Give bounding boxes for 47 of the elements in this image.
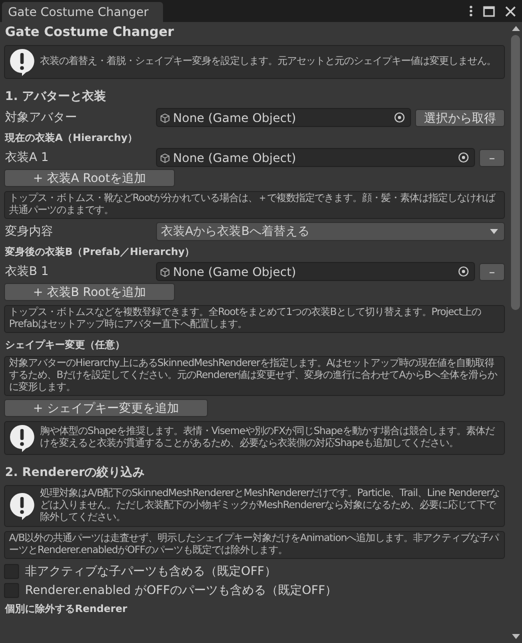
- field-button[interactable]: 選択から取得: [415, 108, 505, 126]
- cube-icon: [160, 112, 170, 122]
- dropdown[interactable]: 衣装Aから衣装Bへ着替える: [156, 222, 505, 241]
- warning-icon: [9, 424, 35, 452]
- cube-icon: [160, 266, 170, 276]
- checkbox-label: Renderer.enabled がOFFのパーツも含める（既定OFF）: [25, 582, 338, 598]
- cube-icon: [160, 152, 170, 162]
- inspector-title: Gate Costume Changer: [4, 24, 175, 42]
- section-heading: 1. アバターと衣装: [4, 88, 108, 105]
- picker-icon[interactable]: [458, 152, 469, 163]
- field-button[interactable]: –: [479, 262, 505, 280]
- maximize-icon[interactable]: [483, 6, 495, 16]
- add-button[interactable]: + 衣装A Rootを追加: [4, 169, 176, 187]
- subheading: シェイプキー変更（任意）: [4, 338, 126, 353]
- field-label: 対象アバター: [4, 109, 78, 126]
- dropdown-arrow-icon: [490, 229, 498, 234]
- object-field[interactable]: None (Game Object): [156, 108, 411, 127]
- checkbox-label: 非アクティブな子パーツも含める（既定OFF）: [25, 562, 276, 580]
- help-text: トップス・ボトムスなどを複数登録できます。全Rootをまとめて1つの衣装Bとして切り替えます。Project上のPrefabはセットアップ時にアバター直下へ配置します。: [9, 307, 482, 331]
- picker-icon[interactable]: [458, 266, 469, 277]
- add-button[interactable]: + シェイプキー変更を追加: [4, 399, 208, 417]
- warning-icon: [9, 48, 35, 76]
- subheading: 個別に除外するRenderer: [4, 602, 128, 617]
- help-text: A/B以外の共通パーツは走査せず、明示したシェイプキー対象だけをAnimationへ追加します。非アクティブな子パーツとRenderer.enabledがOFFのパーツも既定では除外します。: [9, 533, 500, 557]
- help-text: 胸や体型のShapeを推奨します。表情・Visemeや別のFXが同じShapeを動かす場合は競合します。素体だけを変えると衣装が貫通することがあるため、必要なら衣装側の対応Shapeも追加してください。: [40, 426, 496, 450]
- object-field[interactable]: None (Game Object): [156, 148, 475, 167]
- object-field[interactable]: None (Game Object): [156, 262, 475, 281]
- section-heading: 2. Rendererの絞り込み: [4, 464, 146, 481]
- scrollbar-thumb[interactable]: [511, 35, 520, 310]
- field-label: 変身内容: [4, 223, 54, 240]
- window-tab[interactable]: Gate Costume Changer: [2, 2, 163, 22]
- scroll-up-icon[interactable]: [512, 26, 520, 31]
- field-label: 衣装A 1: [4, 149, 50, 166]
- subheading: 現在の衣装A（Hierarchy）: [4, 131, 138, 146]
- scroll-down-icon[interactable]: [512, 634, 520, 639]
- help-text: トップス・ボトムス・靴などRootが分かれている場合は、＋で複数指定できます。顔・髪・素体は指定しなければ共通パーツのままです。: [9, 193, 497, 217]
- help-text: 処理対象はA/B配下のSkinnedMeshRendererとMeshRendererだけです。Particle、Trail、Line Rendererなどは入りません。ただし衣装配下の小物ギミックがMeshRendererなら対象になるため、必要に応じて下で除外してください。: [40, 488, 500, 524]
- picker-icon[interactable]: [394, 112, 405, 123]
- field-label: 衣装B 1: [4, 263, 50, 280]
- more-icon[interactable]: [469, 5, 473, 17]
- close-icon[interactable]: [505, 6, 516, 16]
- warning-icon: [9, 492, 35, 520]
- help-text: 衣装の着替え・着脱・シェイプキー変身を設定します。元アセットと元のシェイプキー値は変更しません。: [40, 56, 496, 68]
- field-button[interactable]: –: [479, 148, 505, 166]
- subheading: 変身後の衣装B（Prefab／Hierarchy）: [4, 245, 196, 260]
- help-text: 対象アバターのHierarchy上にあるSkinnedMeshRendererを指定します。Aはセットアップ時の現在値を自動取得するため、Bだけを設定してください。元のRenderer値は変更せず、変身の進行に合わせてAからBへ全体を滑らかに変形します。: [9, 358, 498, 394]
- add-button[interactable]: + 衣装B Rootを追加: [4, 283, 176, 301]
